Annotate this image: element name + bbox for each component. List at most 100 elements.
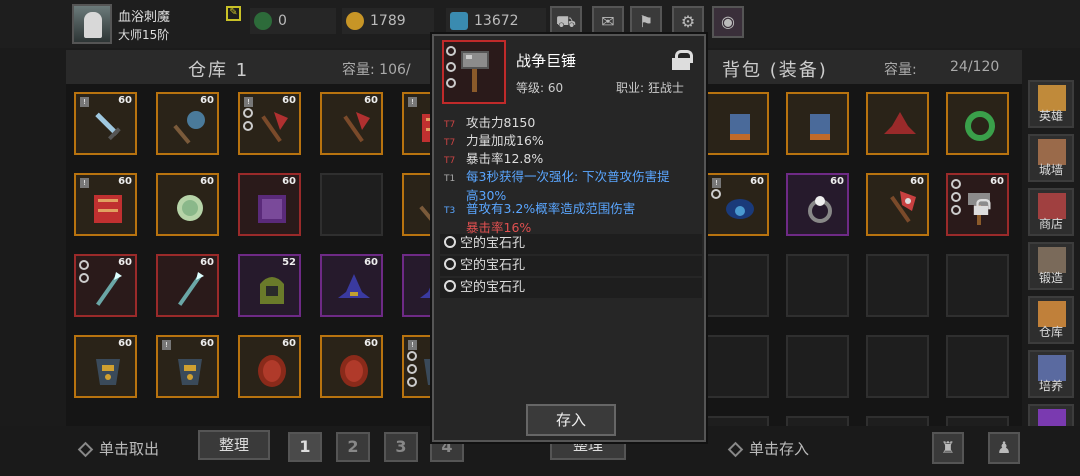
item-tooltip: 战争巨锤 等级: 60 职业: 狂战士 T7 攻击力8150 T7 力量加成16% … bbox=[432, 34, 706, 442]
item-slot[interactable]: 60 bbox=[156, 254, 219, 317]
sidebar-label: 培养 bbox=[1038, 379, 1063, 393]
player-avatar[interactable] bbox=[72, 4, 112, 44]
item-slot[interactable]: 60 bbox=[156, 92, 219, 155]
item-slot[interactable]: ! 60 bbox=[238, 92, 301, 155]
tooltip-item-class: 职业: 狂战士 bbox=[616, 81, 684, 95]
edit-name-icon[interactable]: ✎ bbox=[226, 6, 241, 21]
tooltip-item-level: 等级: 60 bbox=[516, 81, 564, 95]
item-slot[interactable]: 60 bbox=[238, 335, 301, 398]
socket-label: 空的宝石孔 bbox=[460, 236, 526, 251]
glove-icon bbox=[730, 114, 750, 140]
empty-slot[interactable] bbox=[866, 335, 929, 398]
info-tag-icon: ! bbox=[408, 97, 417, 107]
item-slot[interactable] bbox=[946, 92, 1009, 155]
gold-resource: 1789 bbox=[342, 8, 434, 34]
gem-socket-icon bbox=[243, 108, 253, 118]
stat-tier: T7 bbox=[444, 156, 456, 166]
stat-text: 普攻有3.2%概率造成范围伤害 bbox=[466, 201, 636, 216]
item-slot[interactable]: 60 bbox=[946, 173, 1009, 236]
sort-button[interactable]: 整理 bbox=[198, 430, 270, 460]
info-tag-icon: ! bbox=[244, 97, 253, 107]
empty-slot[interactable] bbox=[866, 254, 929, 317]
item-slot[interactable]: 52 bbox=[238, 254, 301, 317]
empty-socket-icon bbox=[444, 258, 456, 270]
gold-coin-icon bbox=[346, 12, 364, 30]
diamond-marker-icon bbox=[77, 441, 94, 458]
item-slot[interactable]: 60 bbox=[320, 335, 383, 398]
gem-socket-icon bbox=[407, 364, 417, 374]
stat-tier: T7 bbox=[444, 138, 456, 148]
item-slot[interactable]: 60 bbox=[786, 173, 849, 236]
item-slot[interactable]: 60 bbox=[866, 173, 929, 236]
empty-socket-icon bbox=[444, 236, 456, 248]
sidebar-item-1[interactable]: 城墙 bbox=[1028, 134, 1074, 182]
socket-icon bbox=[446, 46, 456, 56]
backpack-capacity-value: 24/120 bbox=[950, 59, 1000, 75]
item-slot[interactable]: ! 60 bbox=[156, 335, 219, 398]
warehouse-capacity: 容量: 106/ bbox=[342, 62, 411, 78]
item-slot[interactable]: 60 bbox=[320, 92, 383, 155]
item-slot[interactable] bbox=[786, 92, 849, 155]
empty-slot[interactable] bbox=[706, 254, 769, 317]
empty-gem-socket[interactable]: 空的宝石孔 bbox=[440, 256, 702, 276]
sidebar-label: 城墙 bbox=[1038, 163, 1063, 177]
stat-line: T7 暴击率12.8% bbox=[444, 148, 543, 167]
item-slot[interactable]: ! 60 bbox=[74, 173, 137, 236]
sidebar-item-2[interactable]: 商店 bbox=[1028, 188, 1074, 236]
stat-tier: T1 bbox=[444, 174, 456, 184]
page-2-button[interactable]: 2 bbox=[336, 432, 370, 462]
sidebar-item-5[interactable]: 培养 bbox=[1028, 350, 1074, 398]
gem-socket-icon bbox=[407, 351, 417, 361]
item-slot[interactable] bbox=[706, 92, 769, 155]
empty-slot[interactable] bbox=[706, 335, 769, 398]
warehouse-title: 仓库 1 bbox=[188, 60, 250, 81]
page-3-button[interactable]: 3 bbox=[384, 432, 418, 462]
sidebar-item-0[interactable]: 英雄 bbox=[1028, 80, 1074, 128]
item-slot[interactable]: 60 bbox=[74, 335, 137, 398]
sidebar-item-4[interactable]: 仓库 bbox=[1028, 296, 1074, 344]
backpack-capacity-label: 容量: bbox=[884, 62, 917, 78]
gem-socket-icon bbox=[407, 377, 417, 387]
bag-filter-button[interactable]: ♟ bbox=[988, 432, 1020, 464]
player-name: 血浴刺魔 bbox=[118, 10, 171, 25]
stat-line: T3 普攻有3.2%概率造成范围伤害 暴击率16% bbox=[444, 198, 635, 236]
store-hint-text: 单击存入 bbox=[749, 440, 810, 458]
empty-slot[interactable] bbox=[786, 335, 849, 398]
item-slot[interactable]: 60 bbox=[74, 254, 137, 317]
item-level: 60 bbox=[200, 338, 214, 349]
page-1-button[interactable]: 1 bbox=[288, 432, 322, 462]
socket-icon bbox=[446, 62, 456, 72]
stat-line: T7 攻击力8150 bbox=[444, 112, 535, 131]
item-slot[interactable] bbox=[866, 92, 929, 155]
warehouse-header: 仓库 1 容量: 106/ bbox=[66, 50, 436, 84]
item-level: 60 bbox=[200, 95, 214, 106]
info-tag-icon: ! bbox=[712, 178, 721, 188]
empty-gem-socket[interactable]: 空的宝石孔 bbox=[440, 278, 702, 298]
item-slot[interactable]: 60 bbox=[156, 173, 219, 236]
empty-slot[interactable] bbox=[946, 254, 1009, 317]
lock-icon[interactable] bbox=[672, 50, 693, 70]
glove-icon bbox=[810, 114, 830, 140]
empty-gem-socket[interactable]: 空的宝石孔 bbox=[440, 234, 702, 254]
colorwheel-button[interactable]: ◉ bbox=[712, 6, 744, 38]
book-icon bbox=[94, 195, 122, 223]
item-slot[interactable]: ! 60 bbox=[706, 173, 769, 236]
empty-slot[interactable] bbox=[320, 173, 383, 236]
take-out-hint: 单击取出 bbox=[77, 438, 159, 459]
gem-value: 13672 bbox=[474, 13, 519, 29]
store-button[interactable]: 存入 bbox=[526, 404, 616, 436]
item-level: 52 bbox=[282, 257, 296, 268]
empty-slot[interactable] bbox=[786, 254, 849, 317]
gem-socket-icon bbox=[951, 192, 961, 202]
item-slot[interactable]: 60 bbox=[320, 254, 383, 317]
item-slot[interactable]: 60 bbox=[238, 173, 301, 236]
armor-filter-button[interactable]: ♜ bbox=[932, 432, 964, 464]
sidebar-item-3[interactable]: 锻造 bbox=[1028, 242, 1074, 290]
gold-value: 1789 bbox=[370, 13, 406, 29]
item-slot[interactable]: ! 60 bbox=[74, 92, 137, 155]
item-level: 60 bbox=[750, 176, 764, 187]
gem-socket-icon bbox=[243, 121, 253, 131]
item-level: 60 bbox=[118, 257, 132, 268]
spear-icon bbox=[96, 272, 122, 306]
empty-slot[interactable] bbox=[946, 335, 1009, 398]
